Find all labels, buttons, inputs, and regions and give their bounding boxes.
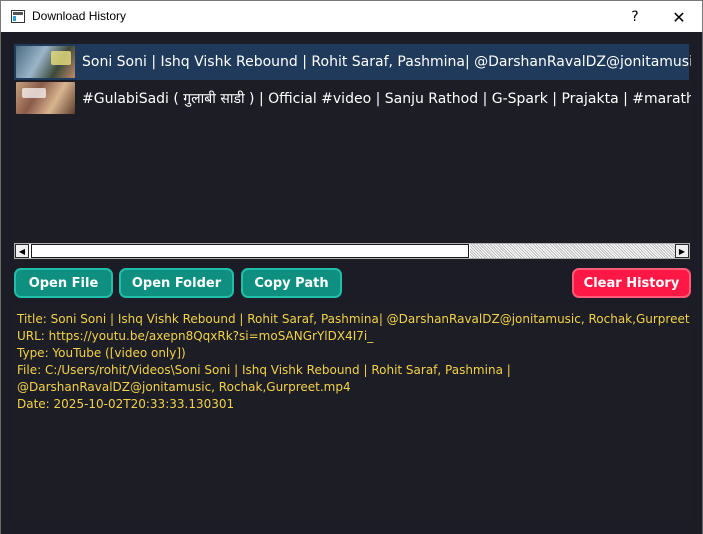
- copy-path-button[interactable]: Copy Path: [241, 268, 342, 298]
- list-item-title: #GulabiSadi ( गुलाबी साडी ) | Official #…: [82, 90, 691, 107]
- video-thumbnail: [16, 46, 75, 78]
- list-item[interactable]: #GulabiSadi ( गुलाबी साडी ) | Official #…: [14, 80, 691, 116]
- app-window-icon: [11, 10, 25, 23]
- open-folder-button[interactable]: Open Folder: [119, 268, 234, 298]
- list-item[interactable]: Soni Soni | Ishq Vishk Rebound | Rohit S…: [14, 44, 691, 80]
- help-button[interactable]: ?: [613, 1, 657, 33]
- details-panel[interactable]: Title: Soni Soni | Ishq Vishk Rebound | …: [12, 305, 691, 520]
- window-frame-left: [0, 32, 1, 534]
- scroll-right-arrow-icon[interactable]: ▶: [675, 244, 689, 258]
- scroll-left-arrow-icon[interactable]: ◀: [15, 244, 29, 258]
- title-bar[interactable]: Download History ? ✕: [0, 0, 703, 32]
- horizontal-scrollbar[interactable]: ◀ ▶: [14, 243, 690, 259]
- detail-type: Type: YouTube ([video only]): [17, 346, 186, 360]
- scrollbar-track[interactable]: [470, 244, 677, 258]
- close-button[interactable]: ✕: [657, 1, 701, 33]
- window-bottom-edge: [1, 520, 702, 534]
- open-file-button[interactable]: Open File: [14, 268, 113, 298]
- clear-history-button[interactable]: Clear History: [572, 268, 691, 298]
- download-history-list[interactable]: Soni Soni | Ishq Vishk Rebound | Rohit S…: [12, 41, 691, 261]
- window-title: Download History: [32, 9, 127, 23]
- list-item-title: Soni Soni | Ishq Vishk Rebound | Rohit S…: [82, 54, 691, 70]
- detail-url: URL: https://youtu.be/axepn8QqxRk?si=moS…: [17, 329, 374, 343]
- detail-title: Title: Soni Soni | Ishq Vishk Rebound | …: [17, 312, 690, 326]
- video-thumbnail: [16, 82, 75, 114]
- scrollbar-thumb[interactable]: [31, 244, 469, 258]
- detail-date: Date: 2025-10-02T20:33:33.130301: [17, 397, 235, 411]
- detail-file-path-continued: @DarshanRavalDZ@jonitamusic, Rochak,Gurp…: [17, 380, 351, 394]
- detail-file-path: File: C:/Users/rohit/Videos\Soni Soni | …: [17, 363, 511, 377]
